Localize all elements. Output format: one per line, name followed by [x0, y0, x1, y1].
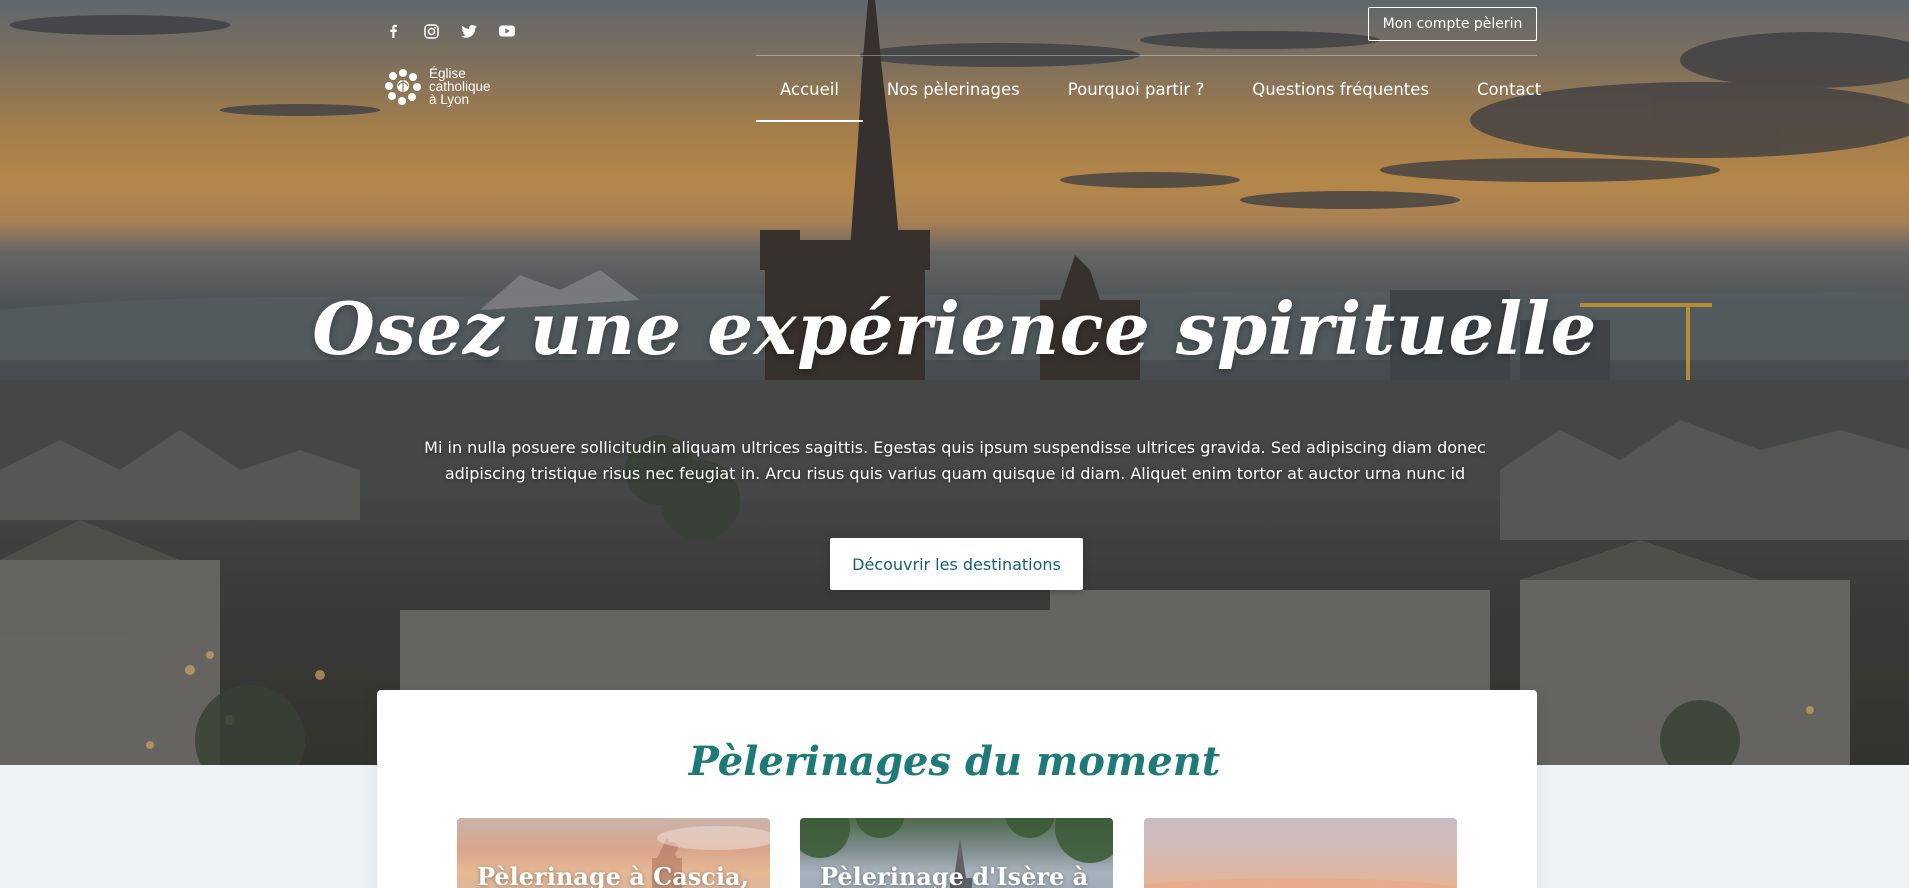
nav-item-pourquoi-partir[interactable]: Pourquoi partir ?	[1044, 56, 1228, 122]
nav-item-accueil[interactable]: Accueil	[756, 56, 863, 122]
logo-mark-icon	[385, 69, 421, 105]
logo-line-2: catholique	[429, 78, 491, 94]
account-button[interactable]: Mon compte pèlerin	[1368, 7, 1537, 41]
nav-item-contact[interactable]: Contact	[1453, 56, 1565, 122]
youtube-icon[interactable]	[497, 21, 517, 41]
discover-destinations-button[interactable]: Découvrir les destinations	[830, 538, 1083, 590]
instagram-icon[interactable]	[421, 21, 441, 41]
nav-item-faq[interactable]: Questions fréquentes	[1228, 56, 1453, 122]
pilgrimage-card-2[interactable]: Pèlerinage d'Isère à	[800, 818, 1113, 888]
section-title: Pèlerinages du moment	[688, 738, 1221, 785]
social-links	[383, 21, 517, 41]
pilgrimage-card-1[interactable]: Pèlerinage à Cascia,	[457, 818, 770, 888]
logo-text: Église catholique à Lyon	[429, 65, 491, 107]
logo[interactable]: Église catholique à Lyon	[383, 66, 491, 106]
card-2-title: Pèlerinage d'Isère à	[820, 862, 1089, 888]
card-3-image	[1144, 878, 1457, 888]
card-1-title: Pèlerinage à Cascia,	[477, 862, 749, 888]
logo-line-1: Église	[429, 65, 466, 81]
twitter-icon[interactable]	[459, 21, 479, 41]
hero-title: Osez une expérience spirituelle	[312, 286, 1597, 371]
logo-line-3: à Lyon	[429, 91, 470, 107]
pilgrimage-card-3[interactable]	[1144, 818, 1457, 888]
facebook-icon[interactable]	[383, 21, 403, 41]
nav-item-pelerinages[interactable]: Nos pèlerinages	[863, 56, 1044, 122]
main-nav: Accueil Nos pèlerinages Pourquoi partir …	[756, 56, 1565, 122]
hero-description: Mi in nulla posuere sollicitudin aliquam…	[424, 438, 1486, 483]
